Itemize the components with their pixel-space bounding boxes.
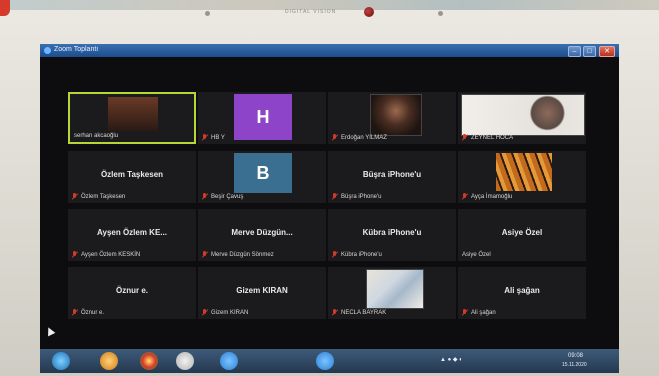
- muted-mic-icon: [332, 193, 338, 200]
- muted-mic-icon: [202, 134, 208, 141]
- muted-mic-icon: [462, 134, 468, 141]
- muted-mic-icon: [462, 193, 468, 200]
- participant-display-name: Kübra iPhone'u: [362, 228, 422, 237]
- zoom-taskbar-icon[interactable]: [316, 352, 334, 370]
- participant-tile[interactable]: Ayşen Özlem KE... Ayşen Özlem KESKİN: [68, 209, 196, 261]
- sensor-right: [438, 11, 443, 16]
- participant-tile[interactable]: Özlem Taşkesen Özlem Taşkesen: [68, 151, 196, 203]
- muted-mic-icon: [202, 251, 208, 258]
- clock[interactable]: 09:08: [568, 353, 583, 359]
- minimize-button[interactable]: –: [568, 46, 581, 57]
- maximize-button[interactable]: □: [583, 46, 596, 57]
- participant-name: Asiye Özel: [462, 252, 491, 258]
- participant-tile[interactable]: Asiye Özel Asiye Özel: [458, 209, 586, 261]
- participant-tile[interactable]: Gizem KIRAN Gizem KIRAN: [198, 267, 326, 319]
- participant-name: Özlem Taşkesen: [81, 193, 126, 200]
- participant-tile[interactable]: NECLA BAYRAK: [328, 267, 456, 319]
- participant-name: Öznur e.: [81, 309, 105, 316]
- participant-video: [366, 269, 424, 309]
- window-titlebar: Zoom Toplantı – □ ✕: [40, 44, 619, 57]
- corner-mark: [0, 0, 10, 16]
- participant-tile[interactable]: ZEYNEL HOCA: [458, 92, 586, 144]
- participant-display-name: Özlem Taşkesen: [100, 170, 164, 179]
- participant-video: [496, 153, 552, 191]
- participant-name: HB Y: [211, 134, 225, 141]
- sensor-left: [205, 11, 210, 16]
- participant-tile[interactable]: Büşra iPhone'u Büşra iPhone'u: [328, 151, 456, 203]
- zoom-taskbar-icon[interactable]: [220, 352, 238, 370]
- participant-name: serhan akcaoğlu: [74, 133, 119, 139]
- participant-tile[interactable]: Öznur e. Öznur e.: [68, 267, 196, 319]
- date[interactable]: 15.11.2020: [562, 362, 587, 368]
- participant-display-name: Asiye Özel: [501, 228, 543, 237]
- muted-mic-icon: [72, 193, 78, 200]
- participant-video: [370, 94, 422, 136]
- window-title: Zoom Toplantı: [54, 46, 99, 53]
- participant-name: Ayça İmamoğlu: [471, 193, 513, 200]
- app-icon[interactable]: [176, 352, 194, 370]
- participant-tile[interactable]: Erdoğan YILMAZ: [328, 92, 456, 144]
- participant-name: Ayşen Özlem KESKİN: [81, 251, 141, 258]
- muted-mic-icon: [332, 309, 338, 316]
- avatar: B: [234, 153, 292, 193]
- participant-name: Gizem KIRAN: [211, 309, 249, 316]
- participant-tile[interactable]: Ayça İmamoğlu: [458, 151, 586, 203]
- participant-display-name: Merve Düzgün...: [231, 228, 293, 237]
- close-button[interactable]: ✕: [599, 46, 615, 57]
- participant-tile[interactable]: serhan akcaoğlu: [68, 92, 196, 144]
- participant-tile[interactable]: Merve Düzgün... Merve Düzgün Sönmez: [198, 209, 326, 261]
- webcam: [364, 7, 374, 17]
- start-button[interactable]: [52, 352, 70, 370]
- participant-video: [108, 97, 158, 131]
- muted-mic-icon: [332, 134, 338, 141]
- participant-tile[interactable]: H HB Y: [198, 92, 326, 144]
- muted-mic-icon: [72, 251, 78, 258]
- participant-tile[interactable]: Ali şağan Ali şağan: [458, 267, 586, 319]
- screen: Zoom Toplantı – □ ✕ serhan akcaoğlu H HB…: [40, 44, 619, 373]
- gallery-grid: serhan akcaoğlu H HB Y Erdoğan YILMAZ ZE…: [46, 76, 594, 349]
- zoom-icon: [44, 47, 51, 54]
- participant-name: ZEYNEL HOCA: [471, 134, 514, 141]
- muted-mic-icon: [202, 193, 208, 200]
- participant-name: Ali şağan: [471, 309, 496, 316]
- participant-name: Büşra iPhone'u: [341, 193, 382, 200]
- explorer-icon[interactable]: [100, 352, 118, 370]
- participant-name: Kübra iPhone'u: [341, 251, 382, 258]
- participant-display-name: Ayşen Özlem KE...: [97, 228, 167, 237]
- participant-display-name: Gizem KIRAN: [236, 286, 288, 295]
- participant-tile[interactable]: Kübra iPhone'u Kübra iPhone'u: [328, 209, 456, 261]
- muted-mic-icon: [72, 309, 78, 316]
- chrome-icon[interactable]: [140, 352, 158, 370]
- participant-name: NECLA BAYRAK: [341, 309, 387, 316]
- muted-mic-icon: [202, 309, 208, 316]
- participant-display-name: Büşra iPhone'u: [362, 170, 422, 179]
- participant-name: Erdoğan YILMAZ: [341, 134, 387, 141]
- participant-name: Merve Düzgün Sönmez: [211, 251, 274, 258]
- participant-display-name: Öznur e.: [115, 286, 148, 295]
- tray-icons[interactable]: ▲ ● ◆ ◐: [440, 356, 463, 363]
- participant-video: [461, 94, 585, 136]
- avatar: H: [234, 94, 292, 140]
- muted-mic-icon: [332, 251, 338, 258]
- taskbar: ▲ ● ◆ ◐ 09:08 15.11.2020: [40, 349, 619, 373]
- participant-display-name: Ali şağan: [504, 286, 540, 295]
- participant-name: Beşir Çavuş: [211, 193, 244, 200]
- muted-mic-icon: [462, 309, 468, 316]
- monitor-brand: DIGITAL VISION: [285, 9, 337, 15]
- participant-tile[interactable]: B Beşir Çavuş: [198, 151, 326, 203]
